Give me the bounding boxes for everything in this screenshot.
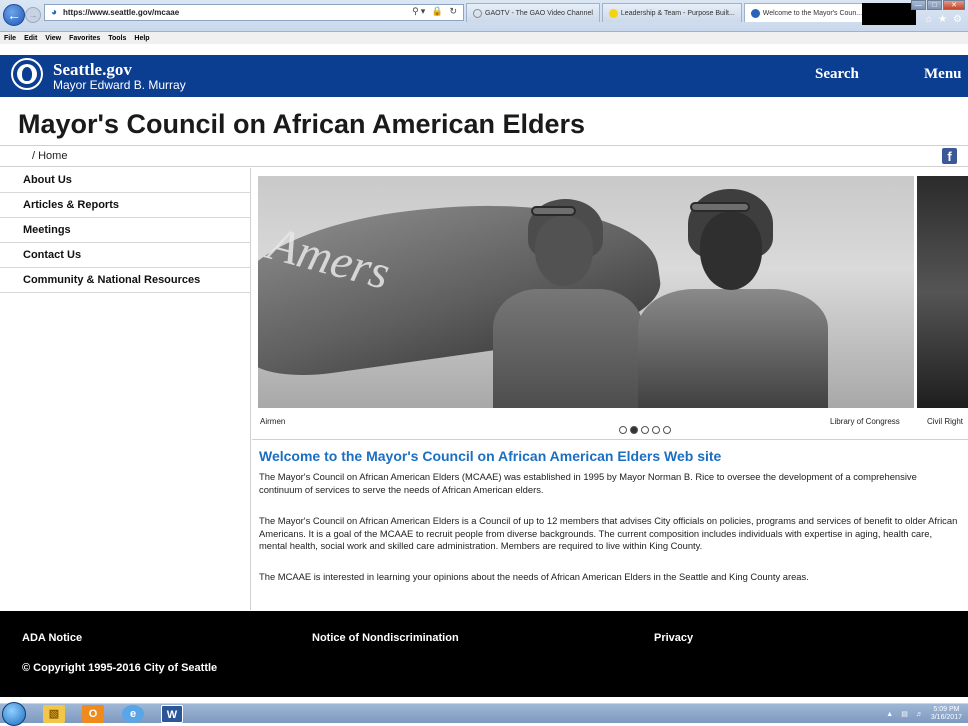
search-link[interactable]: Search xyxy=(815,66,859,83)
home-icon[interactable]: ⌂ xyxy=(926,14,932,25)
site-footer: ADA Notice Notice of Nondiscrimination P… xyxy=(0,611,968,697)
carousel-dot-1[interactable] xyxy=(619,426,627,434)
file-explorer-icon[interactable]: ▧ xyxy=(43,705,65,723)
welcome-heading: Welcome to the Mayor's Council on Africa… xyxy=(259,448,722,464)
start-button-icon[interactable] xyxy=(2,702,26,726)
star-icon xyxy=(473,8,482,18)
mayor-name: Mayor Edward B. Murray xyxy=(53,78,186,92)
maximize-icon[interactable]: □ xyxy=(927,0,942,10)
copyright-text: © Copyright 1995-2016 City of Seattle xyxy=(22,662,218,674)
tab-strip: GAOTV - The GAO Video Channel Leadership… xyxy=(466,3,883,22)
nondiscrimination-link[interactable]: Notice of Nondiscrimination xyxy=(312,632,459,644)
window-controls: — □ ✕ xyxy=(911,0,965,10)
site-name[interactable]: Seattle.gov xyxy=(53,60,132,80)
carousel-dot-3[interactable] xyxy=(641,426,649,434)
main-content: Amers Airmen Library of Congress Civil R… xyxy=(252,168,968,610)
close-icon[interactable]: ✕ xyxy=(943,0,965,10)
tab-gaotv[interactable]: GAOTV - The GAO Video Channel xyxy=(466,3,600,22)
favorites-star-icon[interactable]: ★ xyxy=(938,14,947,25)
globe-icon: ◕ xyxy=(50,6,58,18)
menu-file[interactable]: File xyxy=(4,35,16,42)
tab-label: GAOTV - The GAO Video Channel xyxy=(485,9,593,17)
carousel-credit: Library of Congress xyxy=(830,417,900,426)
word-icon[interactable]: W xyxy=(161,705,183,723)
tab-label: Welcome to the Mayor's Coun... xyxy=(762,9,863,17)
sidebar-item-community-resources[interactable]: Community & National Resources xyxy=(0,268,250,293)
seattle-favicon-icon xyxy=(750,8,760,18)
carousel-image[interactable]: Amers xyxy=(258,176,968,408)
opinions-paragraph: The MCAAE is interested in learning your… xyxy=(259,571,809,582)
browser-toolbar: ← → ◕ https://www.seattle.gov/mcaae ⚲▾ 🔒… xyxy=(0,0,968,32)
address-url[interactable]: https://www.seattle.gov/mcaae xyxy=(63,8,179,17)
clock-time: 5:09 PM xyxy=(933,706,960,713)
carousel-dot-2[interactable] xyxy=(630,426,638,434)
forward-arrow-icon[interactable]: → xyxy=(25,7,41,23)
gear-icon[interactable]: ⚙ xyxy=(953,14,962,25)
browser-right-icons: ⌂ ★ ⚙ xyxy=(926,14,962,25)
address-tools-icon[interactable]: ⚲▾ 🔒 ↻ xyxy=(412,6,459,17)
page-title: Mayor's Council on African American Elde… xyxy=(18,109,586,139)
carousel-dot-5[interactable] xyxy=(663,426,671,434)
clock[interactable]: 5:09 PM 3/16/2017 xyxy=(931,706,962,722)
clock-date: 3/16/2017 xyxy=(930,714,962,721)
intro-paragraph: The Mayor's Council on African American … xyxy=(259,471,917,495)
menu-help[interactable]: Help xyxy=(134,35,149,42)
airman-figure-left xyxy=(473,194,643,408)
airman-figure-right xyxy=(628,184,828,408)
site-favicon-icon xyxy=(608,8,618,18)
next-slide-caption: Civil Right xyxy=(927,417,964,426)
internet-explorer-icon[interactable]: e xyxy=(122,705,144,723)
sidebar-nav: About Us Articles & Reports Meetings Con… xyxy=(0,168,251,610)
sidebar-item-meetings[interactable]: Meetings xyxy=(0,218,250,243)
menu-favorites[interactable]: Favorites xyxy=(69,35,100,42)
minimize-icon[interactable]: — xyxy=(911,0,926,10)
privacy-link[interactable]: Privacy xyxy=(654,632,693,644)
volume-icon[interactable]: ♬ xyxy=(916,711,923,718)
menu-tools[interactable]: Tools xyxy=(108,35,126,42)
sidebar-item-contact-us[interactable]: Contact Us xyxy=(0,243,250,268)
sidebar-item-about-us[interactable]: About Us xyxy=(0,168,250,193)
network-icon[interactable]: ▤ xyxy=(901,710,908,718)
sidebar-item-articles-reports[interactable]: Articles & Reports xyxy=(0,193,250,218)
outlook-icon[interactable]: O xyxy=(82,705,104,723)
carousel-dots xyxy=(619,426,671,434)
browser-menu-bar: File Edit View Favorites Tools Help xyxy=(0,32,968,44)
facebook-icon[interactable]: f xyxy=(942,148,957,164)
ada-notice-link[interactable]: ADA Notice xyxy=(22,632,82,644)
site-header: Seattle.gov Mayor Edward B. Murray Searc… xyxy=(0,55,968,97)
system-tray: ▲ ▤ ♬ 5:09 PM 3/16/2017 xyxy=(886,706,962,722)
carousel-caption: Airmen xyxy=(260,417,286,426)
menu-link[interactable]: Menu xyxy=(924,66,962,83)
tab-label: Leadership & Team - Purpose Built... xyxy=(620,9,735,17)
council-paragraph: The Mayor's Council on African American … xyxy=(259,515,958,551)
carousel-dot-4[interactable] xyxy=(652,426,660,434)
next-slide-preview xyxy=(914,176,968,408)
breadcrumb[interactable]: / Home xyxy=(32,150,67,162)
windows-taskbar: ▧ O e W ▲ ▤ ♬ 5:09 PM 3/16/2017 xyxy=(0,702,968,726)
back-arrow-icon[interactable]: ← xyxy=(3,4,25,26)
menu-view[interactable]: View xyxy=(45,35,61,42)
breadcrumb-bar: / Home f xyxy=(0,145,968,167)
redacted-area xyxy=(862,3,916,25)
menu-edit[interactable]: Edit xyxy=(24,35,37,42)
address-bar[interactable]: ◕ https://www.seattle.gov/mcaae ⚲▾ 🔒 ↻ xyxy=(44,4,464,21)
divider xyxy=(252,439,968,440)
tray-arrow-icon[interactable]: ▲ xyxy=(886,711,893,718)
seattle-seal-logo[interactable] xyxy=(11,58,43,90)
tab-leadership[interactable]: Leadership & Team - Purpose Built... xyxy=(601,3,742,22)
